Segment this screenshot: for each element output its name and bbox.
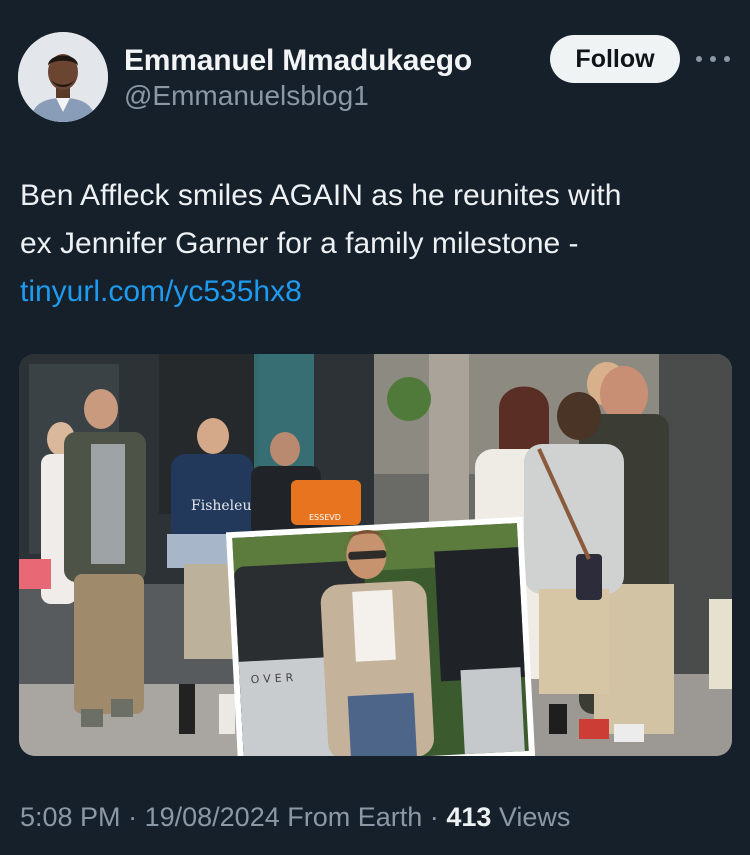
meta-separator: · bbox=[429, 802, 439, 832]
meta-separator: · bbox=[128, 802, 138, 832]
follow-button[interactable]: Follow bbox=[550, 35, 680, 83]
tshirt-text: Fisheleus bbox=[191, 498, 259, 514]
tweet-source: From Earth bbox=[287, 802, 423, 832]
author-handle[interactable]: @Emmanuelsblog1 bbox=[124, 80, 369, 112]
bag-text: ESSEVD bbox=[309, 513, 341, 522]
more-dot bbox=[696, 56, 702, 62]
tweet-link[interactable]: tinyurl.com/yc535hx8 bbox=[20, 275, 302, 308]
tweet-meta: 5:08 PM · 19/08/2024 From Earth · 413 Vi… bbox=[20, 802, 570, 833]
tweet-text-line-2: ex Jennifer Garner for a family mileston… bbox=[20, 227, 579, 260]
tweet-media-image[interactable]: Fisheleus ESSEVD OVER bbox=[19, 354, 732, 756]
tweet-text-line-1: Ben Affleck smiles AGAIN as he reunites … bbox=[20, 179, 622, 212]
author-avatar[interactable] bbox=[18, 32, 108, 122]
tweet-date[interactable]: 19/08/2024 bbox=[145, 802, 280, 832]
more-dot bbox=[724, 56, 730, 62]
views-count: 413 bbox=[446, 802, 492, 832]
more-dot bbox=[710, 56, 716, 62]
photo-collage-image-icon: Fisheleus ESSEVD OVER bbox=[19, 354, 732, 756]
views-label: Views bbox=[498, 802, 571, 832]
tweet-time[interactable]: 5:08 PM bbox=[20, 802, 121, 832]
profile-photo-avatar-icon bbox=[18, 32, 108, 122]
car-text: OVER bbox=[250, 671, 297, 686]
author-display-name[interactable]: Emmanuel Mmadukaego bbox=[124, 44, 472, 78]
more-options-icon[interactable] bbox=[696, 48, 730, 70]
tweet-text: Ben Affleck smiles AGAIN as he reunites … bbox=[20, 172, 735, 316]
